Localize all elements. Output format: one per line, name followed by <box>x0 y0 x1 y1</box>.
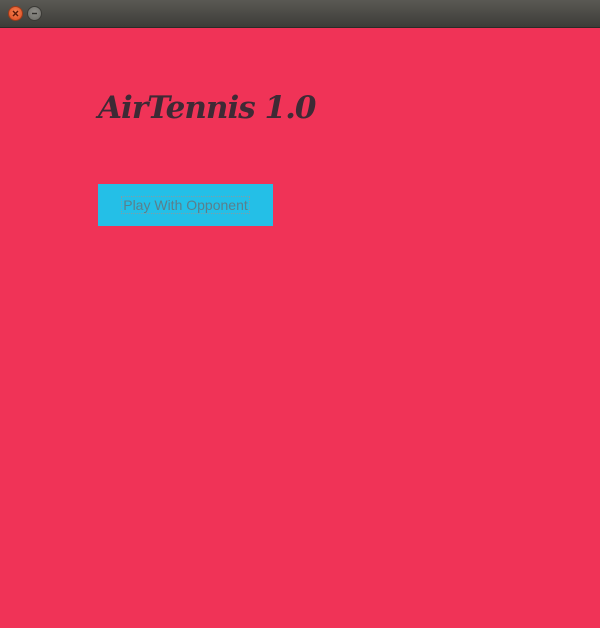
minimize-icon <box>31 10 38 17</box>
window-titlebar[interactable] <box>0 0 600 28</box>
app-title: AirTennis 1.0 <box>98 90 316 126</box>
play-button-label: Play With Opponent <box>121 196 250 214</box>
main-content: AirTennis 1.0 Play With Opponent <box>0 28 600 628</box>
app-window: AirTennis 1.0 Play With Opponent <box>0 0 600 628</box>
play-with-opponent-button[interactable]: Play With Opponent <box>98 184 273 226</box>
minimize-button[interactable] <box>27 6 42 21</box>
close-button[interactable] <box>8 6 23 21</box>
close-icon <box>12 10 19 17</box>
